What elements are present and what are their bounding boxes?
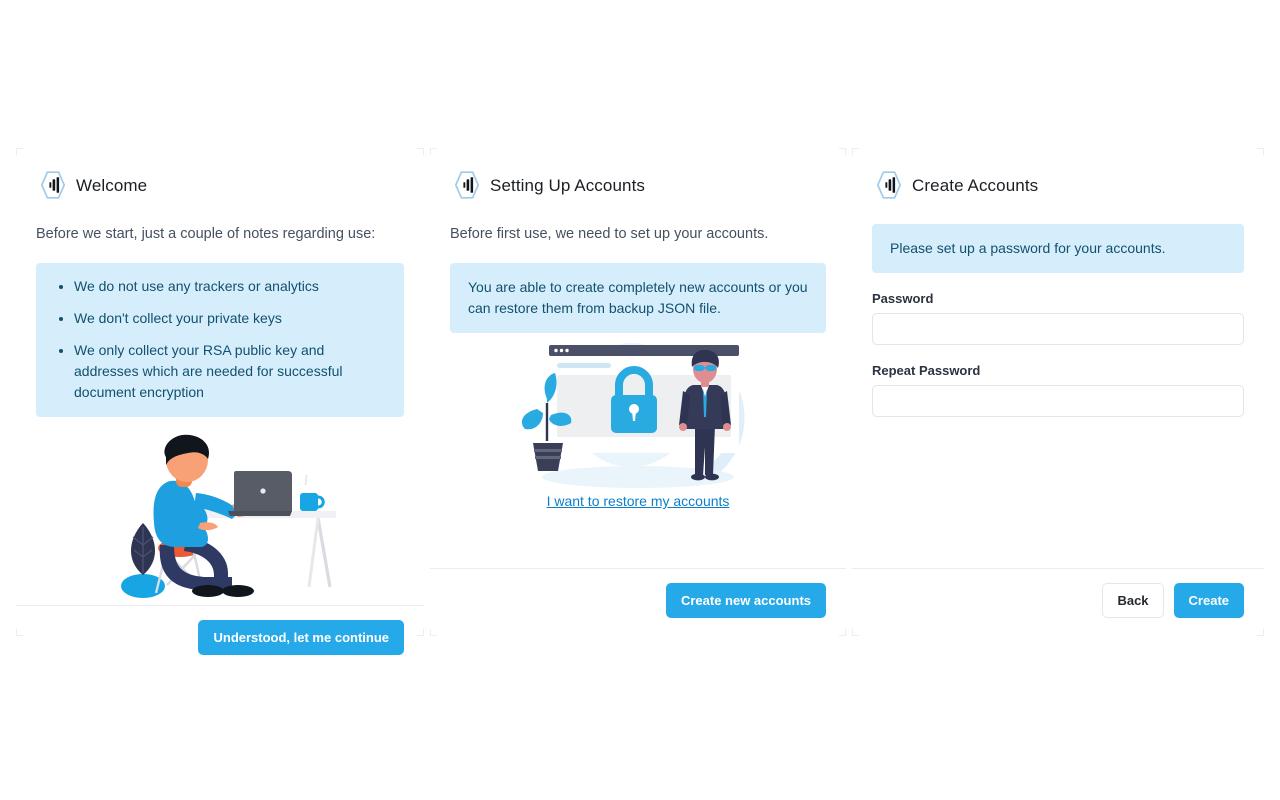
setup-panel-footer: Create new accounts	[430, 568, 846, 636]
setup-panel-body: Setting Up Accounts Before first use, we…	[430, 148, 846, 568]
create-password-alert: Please set up a password for your accoun…	[872, 224, 1244, 273]
create-new-accounts-button[interactable]: Create new accounts	[665, 583, 826, 618]
create-panel-footer: Back Create	[852, 568, 1264, 636]
password-input[interactable]	[872, 313, 1244, 345]
hexagon-signal-logo-icon	[36, 168, 70, 202]
setup-brand-header: Setting Up Accounts	[450, 168, 826, 202]
setup-title: Setting Up Accounts	[490, 175, 645, 195]
welcome-title: Welcome	[76, 175, 148, 195]
repeat-password-field-group: Repeat Password	[872, 363, 1244, 417]
onboarding-screens: Welcome Before we start, just a couple o…	[0, 0, 1280, 800]
setup-info-alert: You are able to create completely new ac…	[450, 263, 826, 334]
create-button[interactable]: Create	[1173, 583, 1244, 618]
welcome-panel-body: Welcome Before we start, just a couple o…	[16, 148, 424, 605]
setup-accounts-panel: Setting Up Accounts Before first use, we…	[430, 148, 846, 636]
setup-lead-text: Before first use, we need to set up your…	[450, 226, 769, 242]
create-panel-body: Create Accounts Please set up a password…	[852, 148, 1264, 568]
create-brand-header: Create Accounts	[872, 168, 1244, 202]
create-title: Create Accounts	[912, 175, 1039, 195]
create-accounts-panel: Create Accounts Please set up a password…	[852, 148, 1264, 636]
welcome-notes-list: We do not use any trackers or analytics …	[54, 276, 386, 403]
welcome-lead-text: Before we start, just a couple of notes …	[36, 226, 376, 242]
welcome-brand-header: Welcome	[36, 168, 404, 202]
list-item: We don't collect your private keys	[74, 308, 386, 329]
welcome-notes-alert: We do not use any trackers or analytics …	[36, 263, 404, 418]
repeat-password-input[interactable]	[872, 385, 1244, 417]
list-item: We do not use any trackers or analytics	[74, 276, 386, 297]
security-lock-browser-illustration	[450, 341, 826, 493]
hexagon-signal-logo-icon	[872, 168, 906, 202]
back-button[interactable]: Back	[1102, 583, 1164, 618]
restore-accounts-link[interactable]: I want to restore my accounts	[450, 493, 826, 509]
hexagon-signal-logo-icon	[450, 168, 484, 202]
understood-continue-button[interactable]: Understood, let me continue	[198, 620, 404, 656]
create-alert-text: Please set up a password for your accoun…	[890, 240, 1166, 256]
person-working-at-desk-illustration	[36, 427, 404, 605]
password-field-group: Password	[872, 291, 1244, 345]
password-label: Password	[872, 291, 934, 306]
welcome-panel-footer: Understood, let me continue	[16, 605, 424, 673]
repeat-password-label: Repeat Password	[872, 363, 981, 378]
setup-alert-text: You are able to create completely new ac…	[468, 279, 808, 317]
list-item: We only collect your RSA public key and …	[74, 340, 386, 403]
welcome-panel: Welcome Before we start, just a couple o…	[16, 148, 424, 656]
